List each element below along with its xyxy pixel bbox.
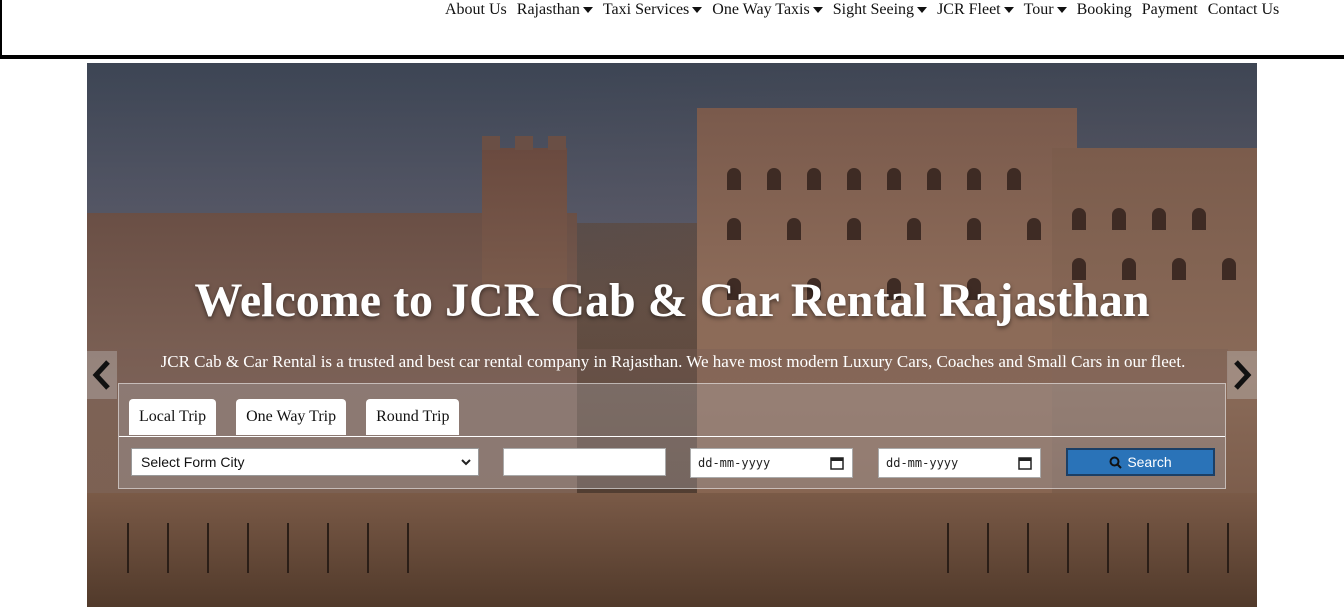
- nav-label: Sight Seeing: [832, 1, 915, 18]
- nav-label: Payment: [1141, 1, 1198, 18]
- nav-taxi-services[interactable]: Taxi Services: [602, 1, 703, 19]
- hero-title: Welcome to JCR Cab & Car Rental Rajastha…: [194, 274, 1150, 327]
- fort-tower-image: [482, 136, 567, 288]
- tab-local-trip[interactable]: Local Trip: [129, 399, 217, 435]
- nav-payment[interactable]: Payment: [1142, 1, 1198, 19]
- logo[interactable]: [88, 0, 338, 4]
- date-placeholder: dd-mm-yyyy: [886, 456, 959, 470]
- search-button-label: Search: [1127, 454, 1172, 470]
- chevron-right-icon: [1234, 360, 1252, 390]
- nav-label: Taxi Services: [602, 1, 690, 18]
- nav-label: Booking: [1076, 1, 1132, 18]
- carousel-next-button[interactable]: [1227, 351, 1257, 399]
- nav-label: Tour: [1023, 1, 1054, 18]
- carousel-prev-button[interactable]: [87, 351, 117, 399]
- nav-label: One Way Taxis: [712, 1, 810, 18]
- nav-label: JCR Fleet: [937, 1, 1001, 18]
- nav-one-way-taxis[interactable]: One Way Taxis: [712, 1, 823, 19]
- nav-booking[interactable]: Booking: [1077, 1, 1132, 19]
- nav-label: Contact Us: [1207, 1, 1280, 18]
- calendar-icon: [1018, 457, 1032, 470]
- city-select-value: Select Form City: [141, 454, 245, 470]
- city-select[interactable]: Select Form City: [131, 448, 479, 476]
- nav-rajasthan[interactable]: Rajasthan: [517, 1, 593, 19]
- nav-label: About Us: [445, 1, 507, 18]
- destination-input[interactable]: [503, 448, 666, 476]
- caret-down-icon: [812, 7, 823, 13]
- calendar-icon: [830, 457, 844, 470]
- caret-down-icon: [1056, 7, 1067, 13]
- search-button[interactable]: Search: [1066, 448, 1215, 476]
- caret-down-icon: [917, 7, 928, 13]
- nav-sight-seeing[interactable]: Sight Seeing: [832, 1, 928, 19]
- nav-label: Rajasthan: [516, 1, 580, 18]
- chevron-left-icon: [92, 360, 110, 390]
- nav-tour[interactable]: Tour: [1024, 1, 1067, 19]
- search-icon: [1109, 456, 1123, 469]
- chevron-down-icon: [461, 459, 471, 466]
- caret-down-icon: [1003, 7, 1014, 13]
- date-placeholder: dd-mm-yyyy: [698, 456, 771, 470]
- nav-jcr-fleet[interactable]: JCR Fleet: [937, 1, 1014, 19]
- nav-contact-us[interactable]: Contact Us: [1208, 1, 1280, 19]
- site-header: About Us Rajasthan Taxi Services One Way…: [0, 0, 1344, 59]
- pickup-date-input[interactable]: dd-mm-yyyy: [690, 448, 853, 478]
- tab-round-trip[interactable]: Round Trip: [366, 399, 460, 435]
- caret-down-icon: [582, 7, 593, 13]
- booking-search-panel: Local Trip One Way Trip Round Trip Selec…: [118, 383, 1226, 489]
- hero-description: JCR Cab & Car Rental is a trusted and be…: [118, 349, 1228, 383]
- trip-type-tabs: Local Trip One Way Trip Round Trip: [129, 399, 479, 435]
- main-nav: About Us Rajasthan Taxi Services One Way…: [445, 1, 1289, 19]
- fort-base-image: [87, 493, 1257, 607]
- return-date-input[interactable]: dd-mm-yyyy: [878, 448, 1041, 478]
- tabs-divider: [119, 436, 1225, 437]
- tab-one-way-trip[interactable]: One Way Trip: [236, 399, 347, 435]
- hero-banner: Welcome to JCR Cab & Car Rental Rajastha…: [87, 63, 1257, 607]
- nav-about-us[interactable]: About Us: [445, 1, 507, 19]
- caret-down-icon: [692, 7, 703, 13]
